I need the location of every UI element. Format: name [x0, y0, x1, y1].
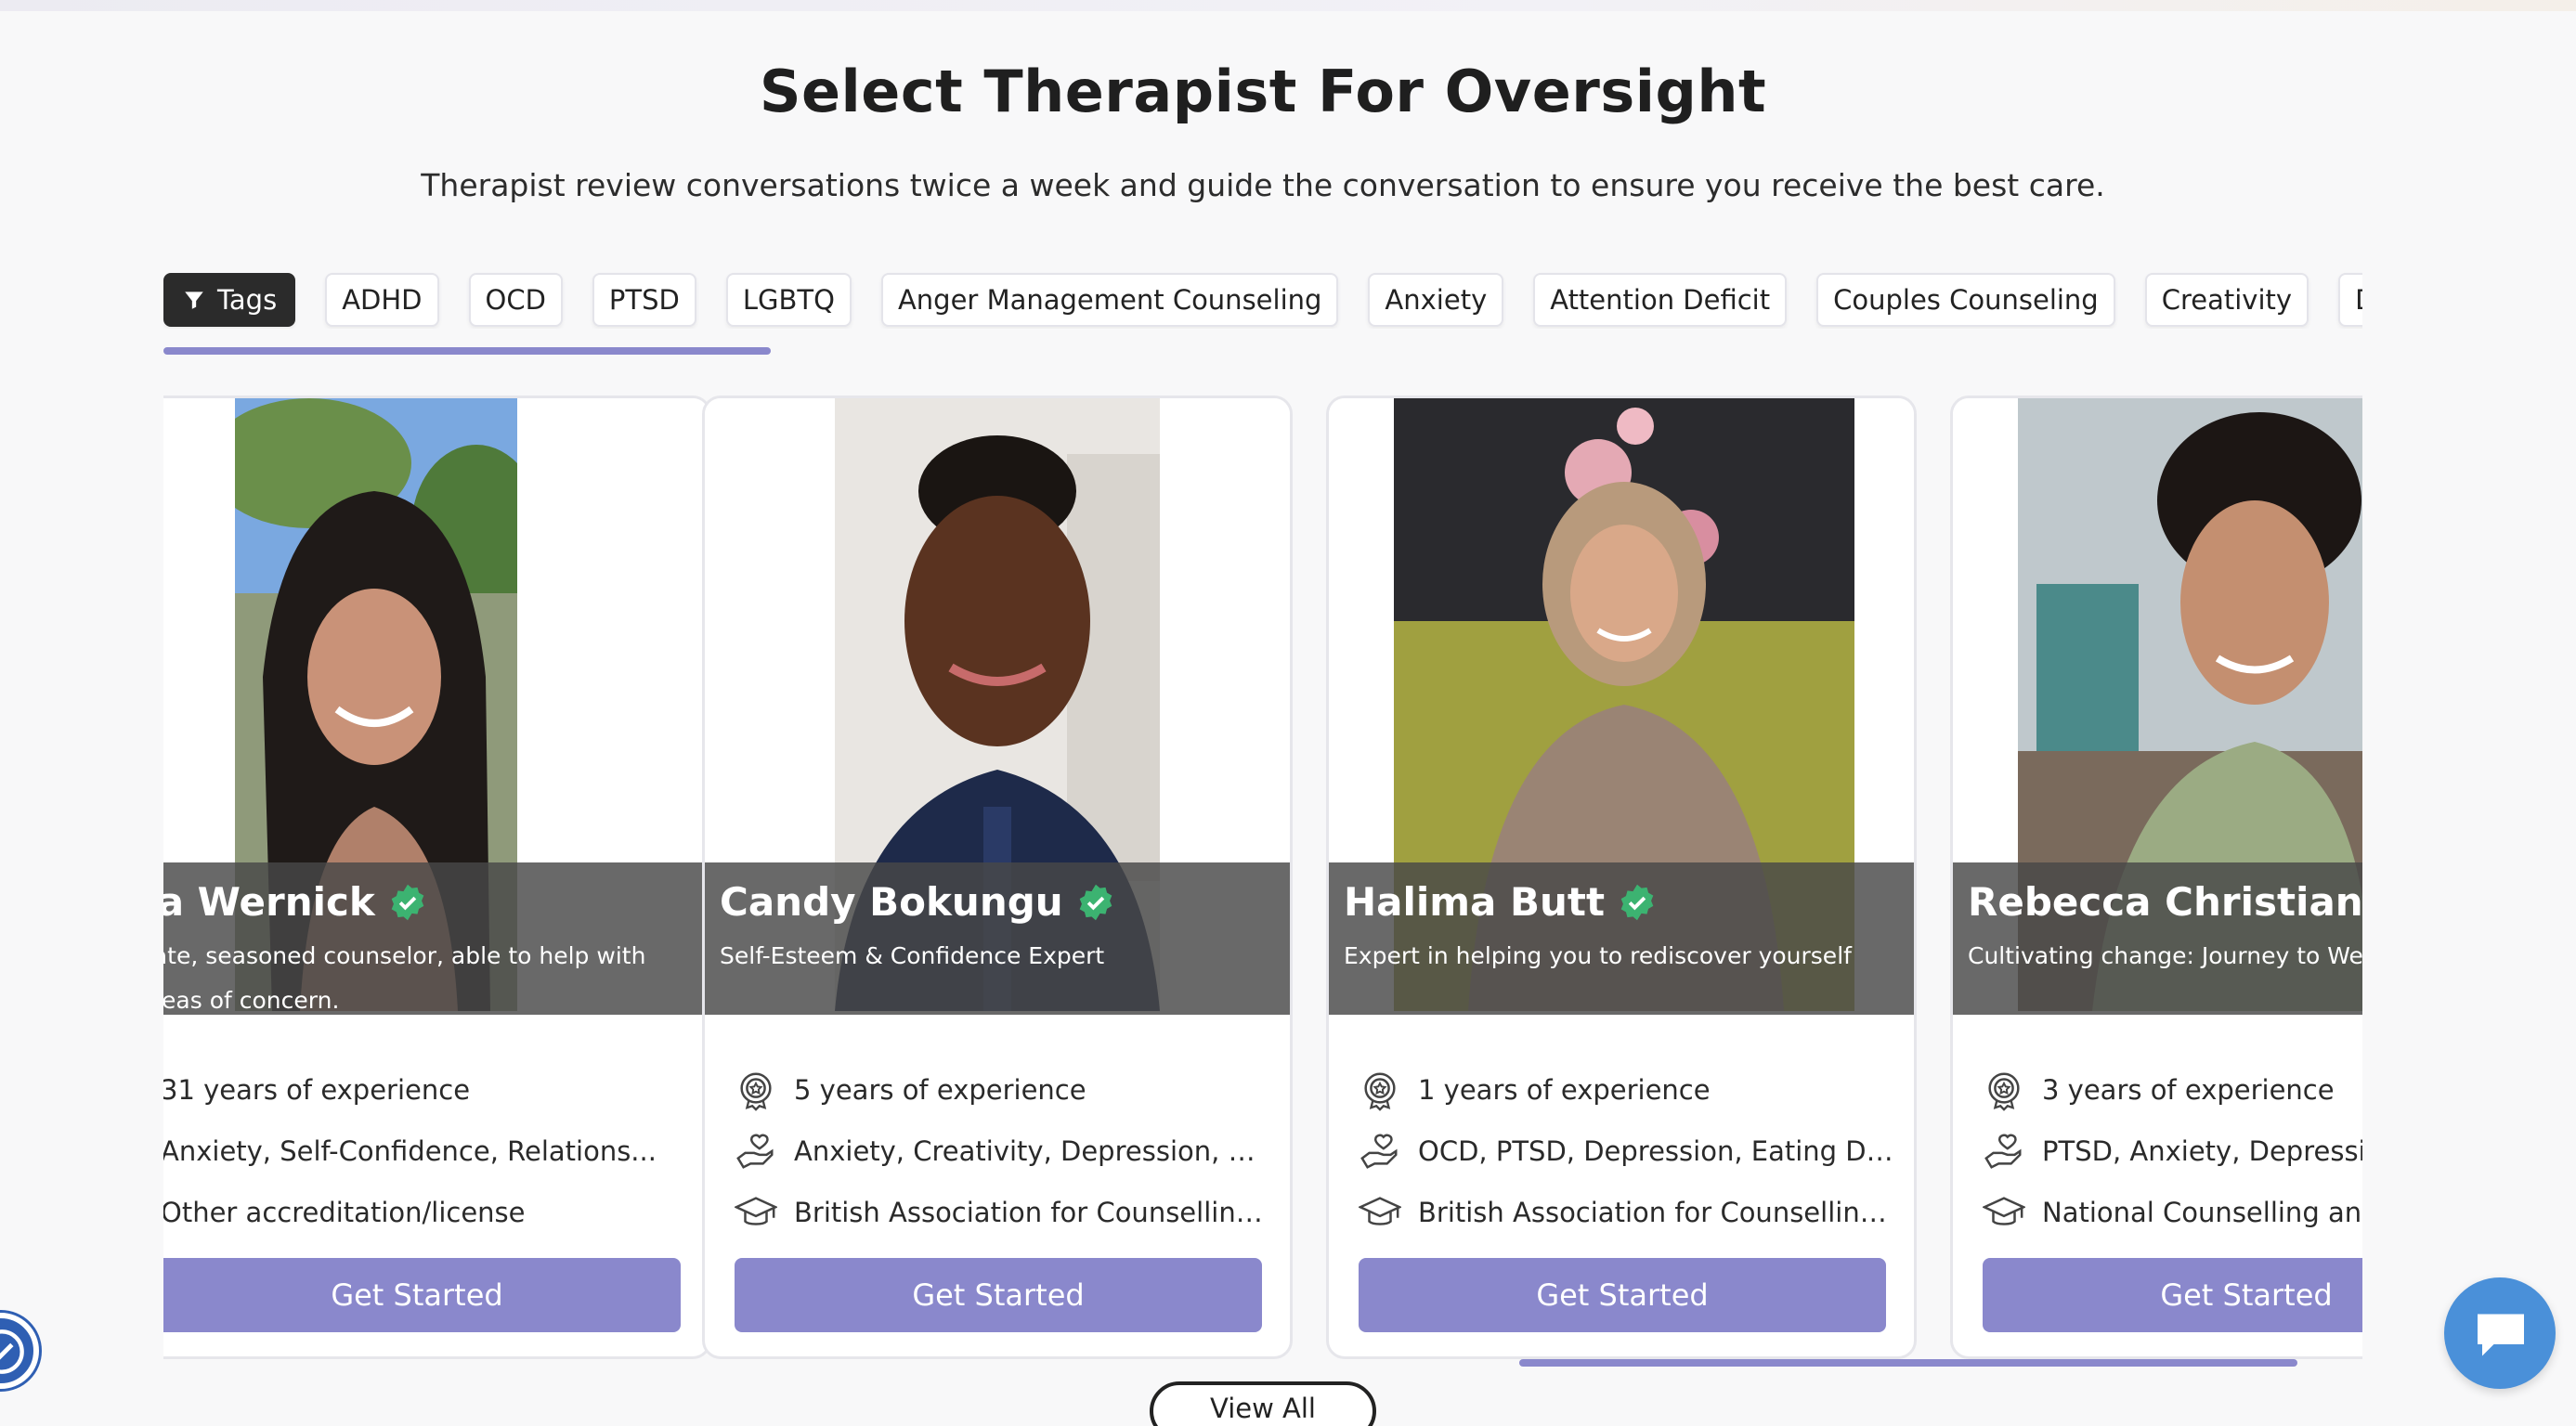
experience-text: 1 years of experience — [1418, 1074, 1711, 1106]
therapist-overlay: ra Wernick nate, seasoned counselor, abl… — [163, 862, 709, 1015]
therapist-tagline: nate, seasoned counselor, able to help w… — [163, 942, 646, 1014]
tag-anger-management[interactable]: Anger Management Counseling — [880, 273, 1339, 327]
accreditation-text: Other accreditation/license — [163, 1197, 526, 1228]
tags-scrollbar[interactable] — [163, 347, 771, 355]
get-started-button[interactable]: Get Started — [1983, 1258, 2362, 1332]
therapist-card[interactable]: Candy Bokungu Self-Esteem & Confidence E… — [702, 395, 1293, 1359]
experience-text: 5 years of experience — [794, 1074, 1086, 1106]
experience-text: 31 years of experience — [163, 1074, 471, 1106]
specialties-row: Anxiety, Creativity, Depression, Multi..… — [735, 1121, 1273, 1182]
therapist-name: ra Wernick — [163, 879, 375, 925]
specialties-text: PTSD, Anxiety, Depression — [2042, 1135, 2362, 1167]
accreditation-text: British Association for Counselling ... — [794, 1197, 1273, 1228]
accreditation-row: Other accreditation/license — [163, 1182, 699, 1243]
therapist-card[interactable]: Halima Butt Expert in helping you to red… — [1326, 395, 1917, 1359]
award-badge-icon — [1988, 1072, 2020, 1111]
page-title: Select Therapist For Oversight — [759, 58, 1767, 125]
tag-couples-counseling[interactable]: Couples Counseling — [1816, 273, 2115, 327]
graduation-cap-icon — [1359, 1197, 1401, 1225]
tag-depression[interactable]: Depre — [2338, 273, 2362, 327]
specialties-row: Anxiety, Self-Confidence, Relations... — [163, 1121, 699, 1182]
therapist-name: Halima Butt — [1344, 879, 1606, 925]
verified-badge-icon — [1620, 884, 1654, 920]
experience-row: 5 years of experience — [735, 1059, 1273, 1121]
tag-filter-bar: Tags ADHD OCD PTSD LGBTQ Anger Managemen… — [163, 271, 2362, 329]
accreditation-text: British Association for Counselling ... — [1418, 1197, 1897, 1228]
specialties-text: OCD, PTSD, Depression, Eating Disor... — [1418, 1135, 1897, 1167]
accessibility-button[interactable] — [0, 1313, 39, 1389]
tag-ocd[interactable]: OCD — [468, 273, 563, 327]
accreditation-row: National Counselling and — [1983, 1182, 2362, 1243]
heart-hand-icon — [1984, 1134, 2022, 1169]
tag-ptsd[interactable]: PTSD — [592, 273, 696, 327]
heart-hand-icon — [736, 1134, 774, 1169]
experience-text: 3 years of experience — [2042, 1074, 2335, 1106]
specialties-row: PTSD, Anxiety, Depression — [1983, 1121, 2362, 1182]
experience-row: 31 years of experience — [163, 1059, 699, 1121]
experience-row: 1 years of experience — [1359, 1059, 1897, 1121]
therapist-details: 5 years of experience Anxiety, Creativit… — [735, 1059, 1273, 1243]
get-started-button[interactable]: Get Started — [163, 1258, 681, 1332]
therapist-carousel: ra Wernick nate, seasoned counselor, abl… — [163, 390, 2362, 1365]
accreditation-row: British Association for Counselling ... — [1359, 1182, 1897, 1243]
carousel-scrollbar[interactable] — [1519, 1359, 2297, 1367]
specialties-text: Anxiety, Creativity, Depression, Multi..… — [794, 1135, 1273, 1167]
therapist-overlay: Rebecca Christian Cultivating change: Jo… — [1953, 862, 2362, 1015]
heart-hand-icon — [1360, 1134, 1398, 1169]
get-started-button[interactable]: Get Started — [1359, 1258, 1886, 1332]
accreditation-text: National Counselling and — [2042, 1197, 2362, 1228]
tags-filter-label: Tags — [217, 284, 278, 316]
therapist-card[interactable]: Rebecca Christian Cultivating change: Jo… — [1950, 395, 2362, 1359]
experience-row: 3 years of experience — [1983, 1059, 2362, 1121]
verified-badge-icon — [1079, 884, 1112, 920]
therapist-name: Candy Bokungu — [720, 879, 1063, 925]
top-bar — [0, 0, 2576, 11]
specialties-text: Anxiety, Self-Confidence, Relations... — [163, 1135, 657, 1167]
therapist-details: 1 years of experience OCD, PTSD, Depress… — [1359, 1059, 1897, 1243]
therapist-details: 3 years of experience PTSD, Anxiety, Dep… — [1983, 1059, 2362, 1243]
accreditation-row: British Association for Counselling ... — [735, 1182, 1273, 1243]
chat-launcher-button[interactable] — [2444, 1277, 2556, 1389]
therapist-card[interactable]: ra Wernick nate, seasoned counselor, abl… — [163, 395, 711, 1359]
tag-creativity[interactable]: Creativity — [2144, 273, 2309, 327]
page-subtitle: Therapist review conversations twice a w… — [421, 167, 2105, 203]
tags-filter-button[interactable]: Tags — [163, 273, 296, 327]
specialties-row: OCD, PTSD, Depression, Eating Disor... — [1359, 1121, 1897, 1182]
tag-anxiety[interactable]: Anxiety — [1368, 273, 1504, 327]
therapist-tagline: Self-Esteem & Confidence Expert — [720, 942, 1105, 969]
view-all-button[interactable]: View All — [1150, 1381, 1376, 1426]
therapist-details: 31 years of experience Anxiety, Self-Con… — [163, 1059, 699, 1243]
get-started-button[interactable]: Get Started — [735, 1258, 1262, 1332]
accessibility-icon — [0, 1329, 24, 1374]
graduation-cap-icon — [735, 1197, 777, 1225]
tag-adhd[interactable]: ADHD — [325, 273, 439, 327]
graduation-cap-icon — [1983, 1197, 2025, 1225]
chat-bubble-icon — [2478, 1314, 2524, 1356]
therapist-tagline: Expert in helping you to rediscover your… — [1344, 942, 1852, 969]
tag-attention-deficit[interactable]: Attention Deficit — [1533, 273, 1788, 327]
award-badge-icon — [1364, 1072, 1396, 1111]
therapist-overlay: Halima Butt Expert in helping you to red… — [1329, 862, 1914, 1015]
award-badge-icon — [740, 1072, 772, 1111]
therapist-overlay: Candy Bokungu Self-Esteem & Confidence E… — [705, 862, 1290, 1015]
filter-icon — [185, 292, 203, 309]
verified-badge-icon — [391, 884, 424, 920]
therapist-name: Rebecca Christian — [1968, 879, 2362, 925]
tag-lgbtq[interactable]: LGBTQ — [725, 273, 852, 327]
therapist-tagline: Cultivating change: Journey to Well Rebe… — [1968, 942, 2362, 969]
